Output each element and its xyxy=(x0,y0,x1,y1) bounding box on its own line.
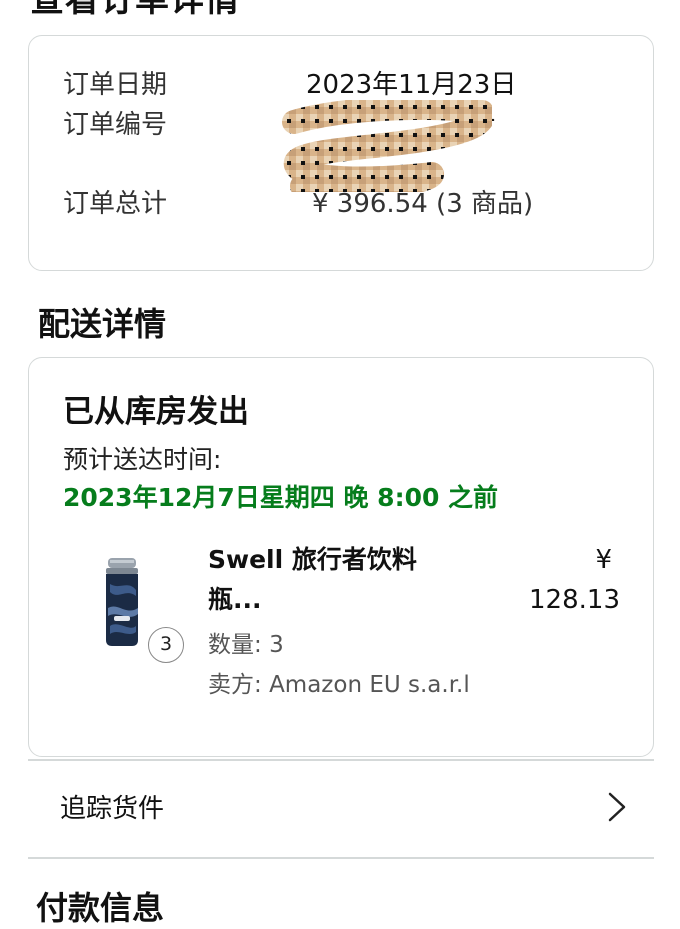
seller-value: Amazon EU s.a.r.l xyxy=(269,672,470,698)
shipping-section-title: 配送详情 xyxy=(38,305,167,343)
seller-line: 卖方: Amazon EU s.a.r.l xyxy=(208,665,470,699)
quantity-line: 数量: 3 xyxy=(208,625,284,659)
redaction-scribble xyxy=(282,100,492,192)
seller-label: 卖方: xyxy=(208,672,262,698)
price-amount: 128.13 xyxy=(529,585,620,615)
track-package-row[interactable]: 追踪货件 xyxy=(28,760,654,858)
quantity-value: 3 xyxy=(269,632,284,658)
eta-value: 2023年12月7日星期四 晚 8:00 之前 xyxy=(63,483,499,512)
shipment-status: 已从库房发出 xyxy=(63,394,249,430)
quantity-label: 数量: xyxy=(208,632,262,658)
quantity-badge: 3 xyxy=(148,627,184,663)
order-date-value: 2023年11月23日 xyxy=(306,70,517,100)
product-title-line2: 瓶... xyxy=(208,585,262,614)
product-price: ¥ 128.13 xyxy=(500,540,620,620)
order-date-label: 订单日期 xyxy=(63,70,168,100)
divider xyxy=(28,857,654,859)
product-image[interactable] xyxy=(100,556,144,648)
product-title[interactable]: Swell 旅行者饮料 瓶... xyxy=(208,540,488,620)
payment-section-title: 付款信息 xyxy=(36,889,165,927)
eta-label: 预计送达时间: xyxy=(63,445,222,474)
price-currency: ¥ xyxy=(595,545,612,575)
order-total-label: 订单总计 xyxy=(63,189,168,219)
order-total-value: ¥ 396.54 (3 商品) xyxy=(312,189,534,219)
chevron-right-icon xyxy=(608,792,626,822)
order-number-label: 订单编号 xyxy=(63,110,168,140)
page-title: 查看订单详情 xyxy=(30,0,240,20)
product-title-line1: Swell 旅行者饮料 xyxy=(208,545,417,574)
track-package-label: 追踪货件 xyxy=(60,794,165,824)
